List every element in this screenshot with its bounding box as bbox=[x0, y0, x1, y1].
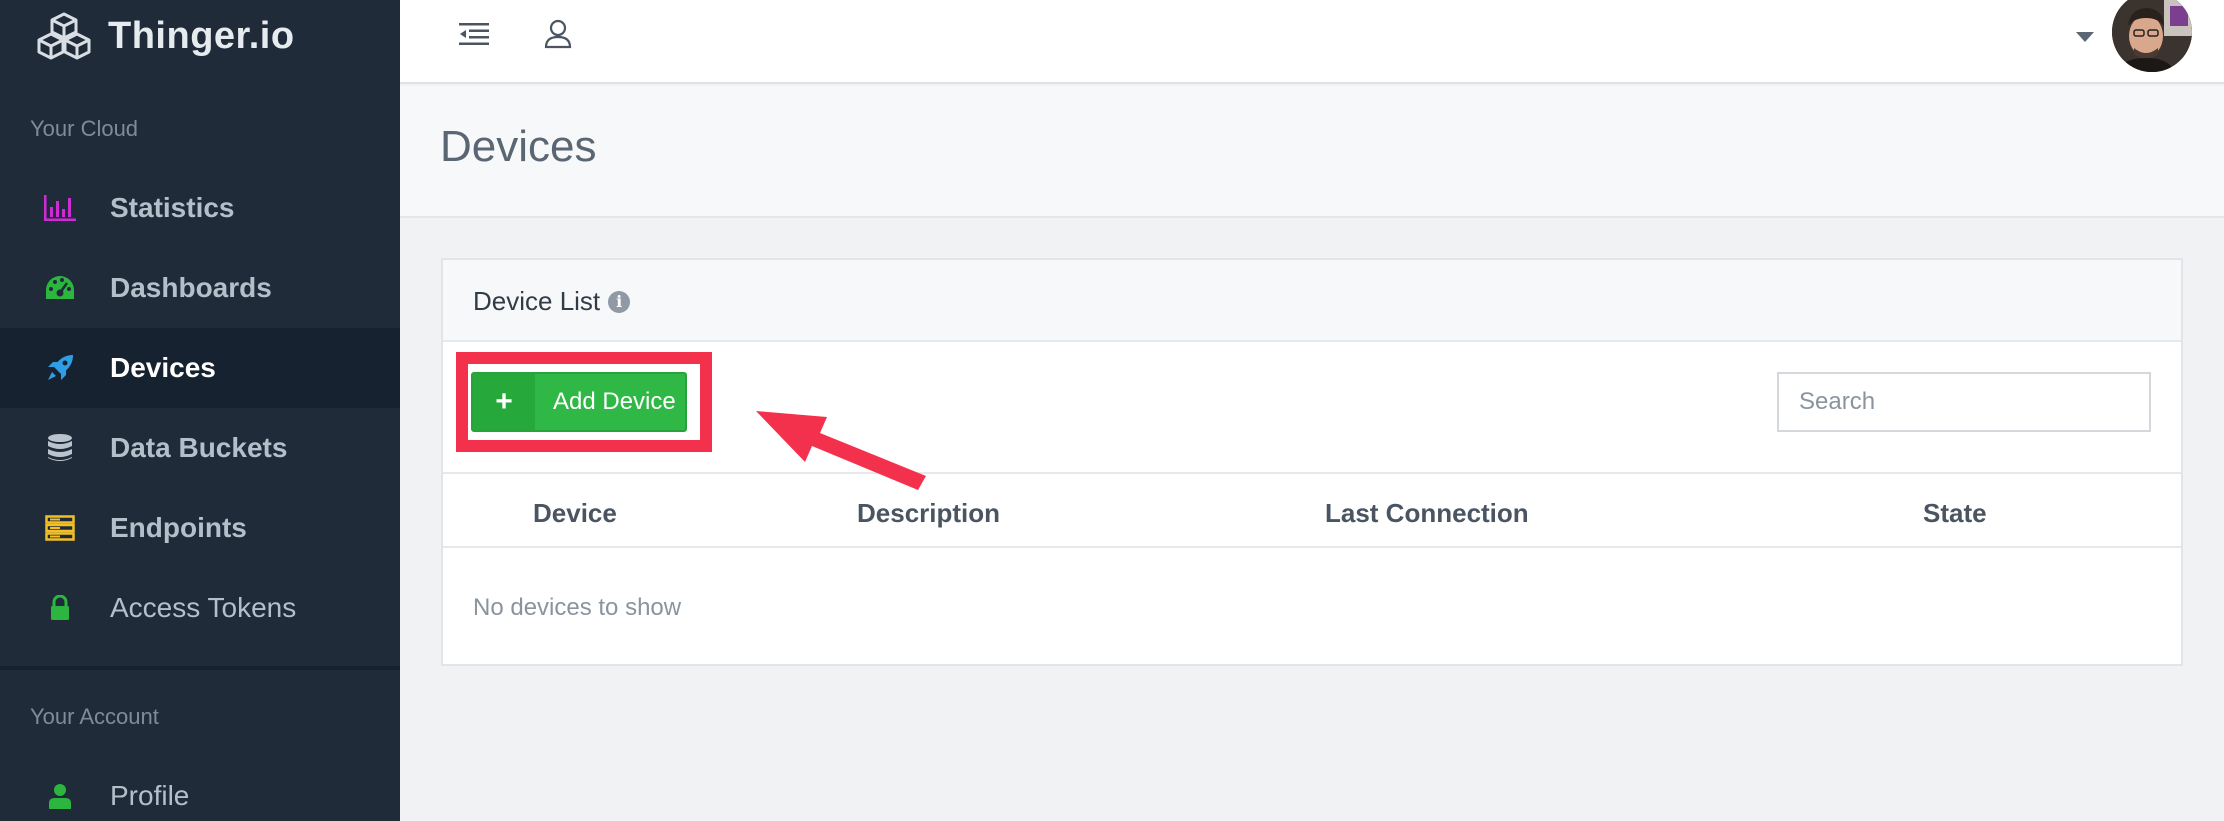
indent-menu-icon[interactable] bbox=[454, 14, 494, 54]
sidebar-item-devices[interactable]: Devices bbox=[0, 328, 400, 408]
server-icon bbox=[44, 512, 76, 544]
sidebar-item-endpoints[interactable]: Endpoints bbox=[0, 488, 400, 568]
sidebar-item-profile[interactable]: Profile bbox=[0, 756, 400, 821]
column-header-last-connection[interactable]: Last Connection bbox=[1325, 498, 1529, 529]
column-header-state[interactable]: State bbox=[1923, 498, 1987, 529]
add-device-button[interactable]: + Add Device bbox=[471, 372, 687, 432]
sidebar-item-label: Access Tokens bbox=[110, 592, 297, 623]
section-label-cloud: Your Cloud bbox=[30, 116, 139, 141]
page-title: Devices bbox=[440, 122, 597, 171]
column-header-device[interactable]: Device bbox=[533, 498, 617, 529]
sidebar-item-label: Profile bbox=[110, 780, 190, 811]
lock-icon bbox=[44, 592, 76, 624]
panel-title: Device List i bbox=[473, 286, 631, 317]
annotation-arrow-icon bbox=[756, 411, 926, 490]
brand[interactable]: Thinger.io bbox=[36, 8, 295, 64]
sidebar-item-dashboards[interactable]: Dashboards bbox=[0, 248, 400, 328]
sidebar-item-label: Dashboards bbox=[110, 272, 272, 303]
sidebar-divider bbox=[0, 666, 400, 670]
database-icon bbox=[44, 432, 76, 464]
info-icon[interactable]: i bbox=[608, 290, 631, 313]
plus-icon: + bbox=[473, 374, 535, 430]
dashboard-gauge-icon bbox=[44, 272, 76, 304]
sidebar-item-data-buckets[interactable]: Data Buckets bbox=[0, 408, 400, 488]
user-icon bbox=[44, 780, 76, 812]
sidebar-item-access-tokens[interactable]: Access Tokens bbox=[0, 568, 400, 648]
avatar[interactable] bbox=[2112, 0, 2192, 72]
cubes-logo-icon bbox=[37, 12, 91, 60]
sidebar-item-label: Endpoints bbox=[110, 512, 247, 543]
section-label-account: Your Account bbox=[30, 704, 159, 729]
rocket-icon bbox=[44, 352, 76, 384]
page-header: Devices bbox=[400, 86, 2224, 218]
search-input[interactable] bbox=[1777, 372, 2151, 432]
sidebar-item-label: Devices bbox=[110, 352, 216, 383]
brand-name: Thinger.io bbox=[108, 14, 295, 57]
panel-header: Device List i bbox=[443, 260, 2181, 342]
column-header-description[interactable]: Description bbox=[857, 498, 1000, 529]
sidebar-item-statistics[interactable]: Statistics bbox=[0, 168, 400, 248]
topbar bbox=[400, 0, 2224, 84]
chevron-down-icon[interactable] bbox=[2076, 32, 2094, 42]
sidebar-item-label: Data Buckets bbox=[110, 432, 288, 463]
sidebar: Thinger.io Your Cloud Statistics Dashboa… bbox=[0, 0, 400, 821]
empty-table-message: No devices to show bbox=[473, 594, 682, 621]
panel-title-text: Device List bbox=[473, 286, 601, 316]
add-device-label: Add Device bbox=[553, 388, 676, 415]
device-list-panel: Device List i + Add Device Device Descri… bbox=[441, 258, 2183, 666]
bar-chart-icon bbox=[44, 192, 76, 224]
user-outline-icon[interactable] bbox=[538, 14, 578, 54]
table-header: Device Description Last Connection State bbox=[443, 472, 2181, 548]
sidebar-item-label: Statistics bbox=[110, 192, 235, 223]
